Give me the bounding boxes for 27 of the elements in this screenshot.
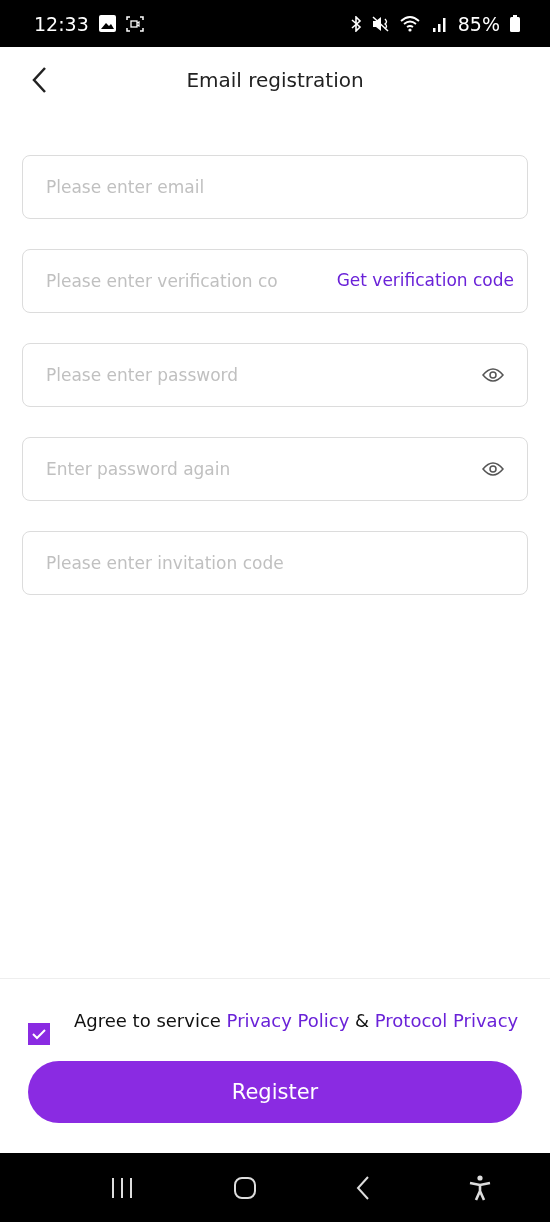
back-nav-button[interactable]	[355, 1175, 370, 1200]
page-title: Email registration	[186, 67, 364, 92]
recents-button[interactable]	[109, 1176, 134, 1199]
policy-link[interactable]: Protocol Privacy	[374, 1010, 519, 1031]
battery-icon	[510, 15, 520, 32]
bluetooth-icon	[349, 15, 362, 32]
screen-record-icon	[125, 15, 144, 32]
password-field[interactable]: Please enter password	[22, 343, 528, 407]
agree-checkbox[interactable]	[28, 1023, 50, 1045]
get-code-link[interactable]: Get verification code	[336, 270, 514, 290]
eye-icon[interactable]	[482, 367, 504, 383]
accessibility-button[interactable]	[468, 1174, 491, 1201]
home-button[interactable]	[232, 1175, 257, 1200]
policy-link[interactable]: Privacy Policy	[226, 1010, 350, 1031]
text-field[interactable]: Please enter invitation code	[22, 531, 528, 595]
status-time: 12:33	[34, 12, 89, 35]
mute-icon	[371, 15, 390, 32]
password-field[interactable]: Enter password again	[22, 437, 528, 501]
eye-icon[interactable]	[482, 461, 504, 477]
register-button[interactable]: Register	[28, 1061, 522, 1123]
agreement-text: Agree to service Privacy Policy & Protocol Privacy	[74, 1009, 519, 1033]
gallery-icon	[98, 15, 116, 32]
text-field[interactable]: Please enter email	[22, 155, 528, 219]
checkmark-icon	[32, 1028, 46, 1040]
signal-icon	[431, 15, 448, 32]
battery-percent: 85%	[457, 12, 500, 35]
wifi-icon	[399, 15, 422, 32]
